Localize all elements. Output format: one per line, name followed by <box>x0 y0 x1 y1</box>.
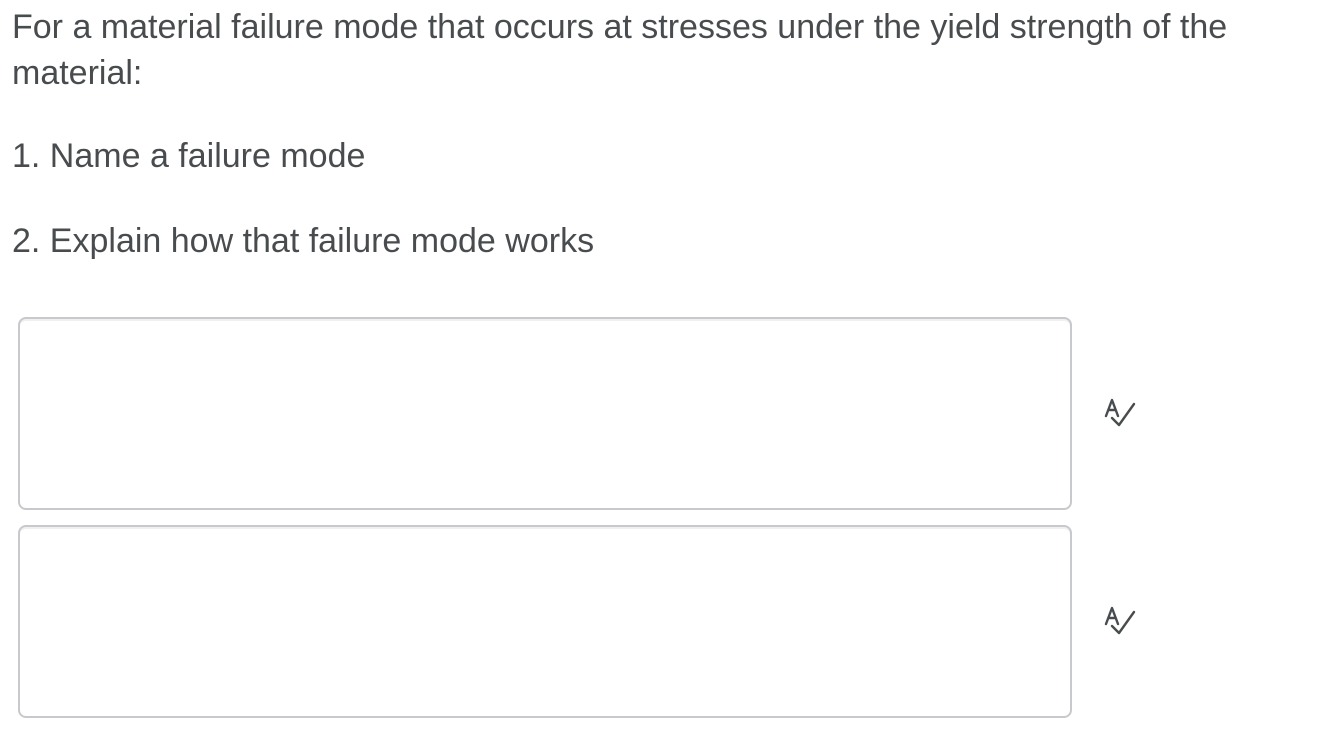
question-line-1: For a material failure mode that occurs … <box>12 8 1228 46</box>
spellcheck-icon[interactable] <box>1100 392 1140 432</box>
prompt-name-failure-mode: 1. Name a failure mode <box>12 137 366 175</box>
prompt-explain-failure-mode: 2. Explain how that failure mode works <box>12 222 595 260</box>
answer-field-2[interactable] <box>18 525 1072 718</box>
question-line-2: material: <box>12 54 143 92</box>
answer-field-1[interactable] <box>18 317 1072 510</box>
question-text: For a material failure mode that occurs … <box>12 4 1344 96</box>
spellcheck-icon[interactable] <box>1100 600 1140 640</box>
